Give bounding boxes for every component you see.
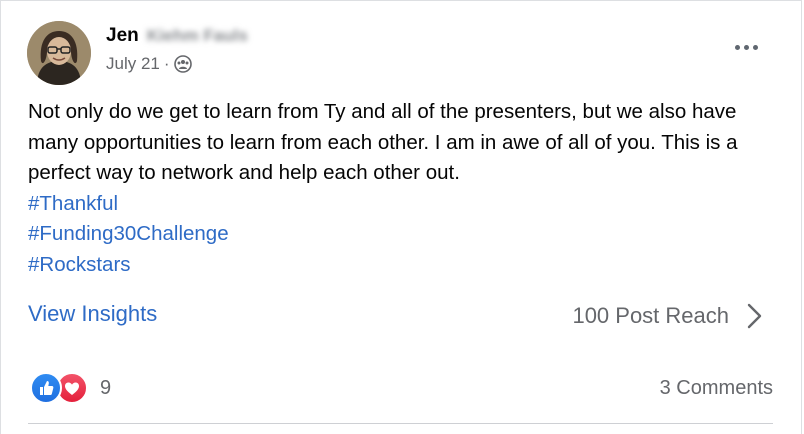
avatar-photo bbox=[27, 21, 91, 85]
post-body: Not only do we get to learn from Ty and … bbox=[28, 97, 758, 280]
meta-separator: · bbox=[163, 54, 170, 73]
hashtag-link[interactable]: #Rockstars bbox=[28, 250, 758, 281]
post-body-text: Not only do we get to learn from Ty and … bbox=[28, 100, 738, 184]
more-options-button[interactable] bbox=[729, 37, 763, 57]
author-last-name-blurred: Kiehm Fauls bbox=[146, 25, 248, 45]
more-dot-icon bbox=[752, 44, 758, 50]
author-first-name[interactable]: Jen bbox=[106, 25, 139, 46]
comments-count-link[interactable]: 3 Comments bbox=[660, 377, 773, 400]
more-dot-icon bbox=[734, 44, 740, 50]
post-card: Jen Kiehm Fauls July 21 · Not only do we … bbox=[0, 0, 802, 434]
post-meta: July 21 · bbox=[106, 54, 192, 74]
post-reach[interactable]: 100 Post Reach bbox=[572, 303, 729, 329]
hashtag-link[interactable]: #Thankful bbox=[28, 189, 758, 220]
like-icon bbox=[30, 372, 62, 404]
chevron-right-icon[interactable] bbox=[743, 301, 765, 331]
more-dot-icon bbox=[743, 44, 749, 50]
author-avatar[interactable] bbox=[27, 21, 91, 85]
footer-divider bbox=[28, 423, 773, 424]
reaction-count: 9 bbox=[100, 376, 112, 399]
view-insights-link[interactable]: View Insights bbox=[28, 301, 157, 327]
group-icon[interactable] bbox=[173, 55, 192, 73]
reactions-summary[interactable]: 9 bbox=[30, 372, 112, 404]
post-date[interactable]: July 21 bbox=[106, 54, 160, 74]
hashtag-link[interactable]: #Funding30Challenge bbox=[28, 219, 758, 250]
author-name[interactable]: Jen Kiehm Fauls bbox=[106, 25, 248, 47]
